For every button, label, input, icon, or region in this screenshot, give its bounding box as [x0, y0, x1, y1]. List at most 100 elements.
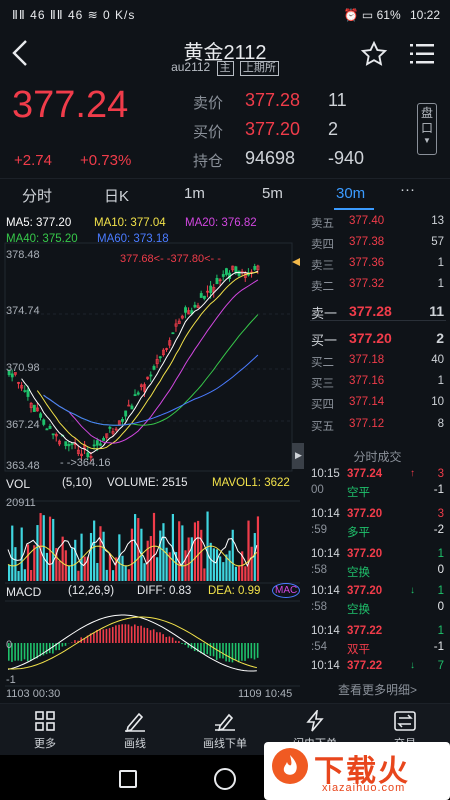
level-name: 卖二 [311, 281, 334, 293]
macd-histogram-bar [99, 629, 101, 643]
volume-bar [11, 525, 14, 581]
candle-body [70, 443, 74, 445]
level-price: 377.28 [349, 303, 392, 319]
macd-histogram-bar [23, 643, 26, 660]
macd-histogram-bar [96, 629, 98, 643]
level-price: 377.32 [349, 278, 385, 290]
macd-histogram-bar [152, 629, 155, 643]
tick-oi-delta: -1 [433, 641, 444, 653]
tick-row: 10:14:54 377.22 双平 1 -1 [305, 622, 450, 662]
macd-histogram-bar [52, 643, 54, 654]
volume-bar [130, 528, 134, 581]
bid-level-row[interactable]: 买四 377.14 10 [305, 396, 450, 416]
ask-level-row[interactable]: 卖五 377.40 13 [305, 215, 450, 235]
volume-bar [215, 549, 219, 581]
current-price-marker-icon [292, 258, 300, 266]
tab-intraday[interactable]: 分时 [22, 185, 52, 206]
tick-row: 10:15 00 377.24 空平 ↑ 3 -1 [305, 465, 450, 505]
alarm-icon: ⏰ [343, 8, 359, 22]
candle-body [10, 373, 14, 378]
macd-histogram-bar [178, 641, 180, 643]
bid-level-row[interactable]: 买五 377.12 8 [305, 418, 450, 438]
clock: 10:22 [409, 8, 440, 22]
macd-histogram-bar [165, 636, 168, 643]
macd-histogram-bar [171, 637, 174, 643]
tick-price: 377.24 [347, 468, 383, 480]
menu-button[interactable] [408, 42, 436, 71]
y-axis-tick: 367.24 [6, 419, 40, 431]
candle-body [199, 293, 203, 298]
tick-price: 377.20 [347, 508, 383, 520]
tab-5m[interactable]: 5m [262, 185, 283, 202]
candle-body [121, 418, 124, 422]
candle-body [26, 389, 30, 397]
tick-oi-delta: 0 [437, 601, 444, 613]
macd-zero: 0 [6, 639, 13, 651]
level-name: 卖五 [311, 218, 334, 230]
draw-line-button[interactable]: 画线 [95, 710, 175, 751]
tick-direction-icon: ↓ [410, 660, 415, 671]
chevron-right-icon: ▶ [295, 450, 302, 460]
tab-more[interactable]: ··· [400, 181, 415, 198]
more-button[interactable]: 更多 [5, 710, 85, 751]
tick-time: 10:14 [311, 625, 340, 637]
ask-level-row[interactable]: 卖四 377.38 57 [305, 236, 450, 256]
pen-icon [125, 712, 145, 732]
volume-bar [23, 569, 26, 581]
macd-histogram-bar [162, 634, 164, 643]
bid-level-row[interactable]: 买三 377.16 1 [305, 375, 450, 395]
bid-level-row[interactable]: 买一 377.20 2 [305, 330, 450, 350]
ask-level-row[interactable]: 卖二 377.32 1 [305, 278, 450, 298]
level-price: 377.36 [349, 257, 385, 269]
chart-scroll-handle[interactable]: ▶ [292, 443, 304, 469]
macd-histogram-bar [184, 643, 186, 645]
level-qty: 1 [437, 278, 444, 290]
volume-bar [71, 548, 74, 581]
volume-bar [77, 570, 80, 581]
tab-30m[interactable]: 30m [336, 185, 365, 202]
macd-histogram-bar [159, 632, 161, 643]
volume-bar [197, 520, 200, 581]
order-book-divider [310, 320, 446, 321]
more-detail-link[interactable]: 查看更多明细> [305, 681, 450, 698]
volume-bar [96, 562, 99, 581]
y-axis-tick: 378.48 [6, 249, 40, 261]
macd-dea: DEA: 0.99 [208, 585, 261, 597]
volume-bar [146, 540, 149, 581]
recent-apps-button[interactable] [119, 770, 137, 788]
volume-bar [105, 569, 108, 581]
bid-level-row[interactable]: 买二 377.18 40 [305, 354, 450, 374]
macd-histogram-bar [26, 643, 29, 662]
macd-histogram-bar [241, 643, 243, 661]
candle-body [48, 425, 52, 429]
battery-level: 61% [376, 8, 401, 22]
active-tab-indicator [334, 208, 374, 210]
macd-histogram-bar [247, 643, 249, 659]
open-interest-change: -940 [328, 148, 365, 168]
vol-params: (5,10) [62, 477, 93, 489]
candle-body [98, 443, 102, 446]
ask-level-row[interactable]: 卖三 377.36 1 [305, 257, 450, 277]
fire-logo-icon [272, 748, 308, 784]
tab-daily[interactable]: 日K [104, 185, 129, 206]
level-qty: 10 [431, 396, 444, 408]
tick-volume: 1 [437, 585, 444, 597]
low-annotation: - ->364.16 [60, 457, 111, 469]
order-book-toggle[interactable]: 盘口 ▼ [417, 103, 437, 155]
volume-bar [93, 520, 96, 581]
macd-histogram-bar [193, 643, 196, 652]
favorite-button[interactable] [360, 40, 388, 73]
tab-1m[interactable]: 1m [184, 185, 205, 202]
draw-order-button[interactable]: 画线下单 [185, 710, 265, 751]
level-price: 377.16 [349, 375, 385, 387]
bid-qty: 2 [328, 119, 339, 139]
macd-histogram-bar [134, 624, 136, 643]
macd-histogram-bar [124, 624, 127, 643]
ticks-title: 分时成交 [353, 450, 402, 464]
kline-chart-area[interactable]: MA5: 377.20 MA10: 377.04 MA20: 376.82 MA… [0, 211, 305, 701]
tick-volume: 1 [437, 625, 444, 637]
home-button[interactable] [214, 768, 236, 790]
main-contract-tag: 主 [216, 61, 234, 76]
volume-bar [234, 566, 237, 581]
candle-body [237, 270, 241, 276]
